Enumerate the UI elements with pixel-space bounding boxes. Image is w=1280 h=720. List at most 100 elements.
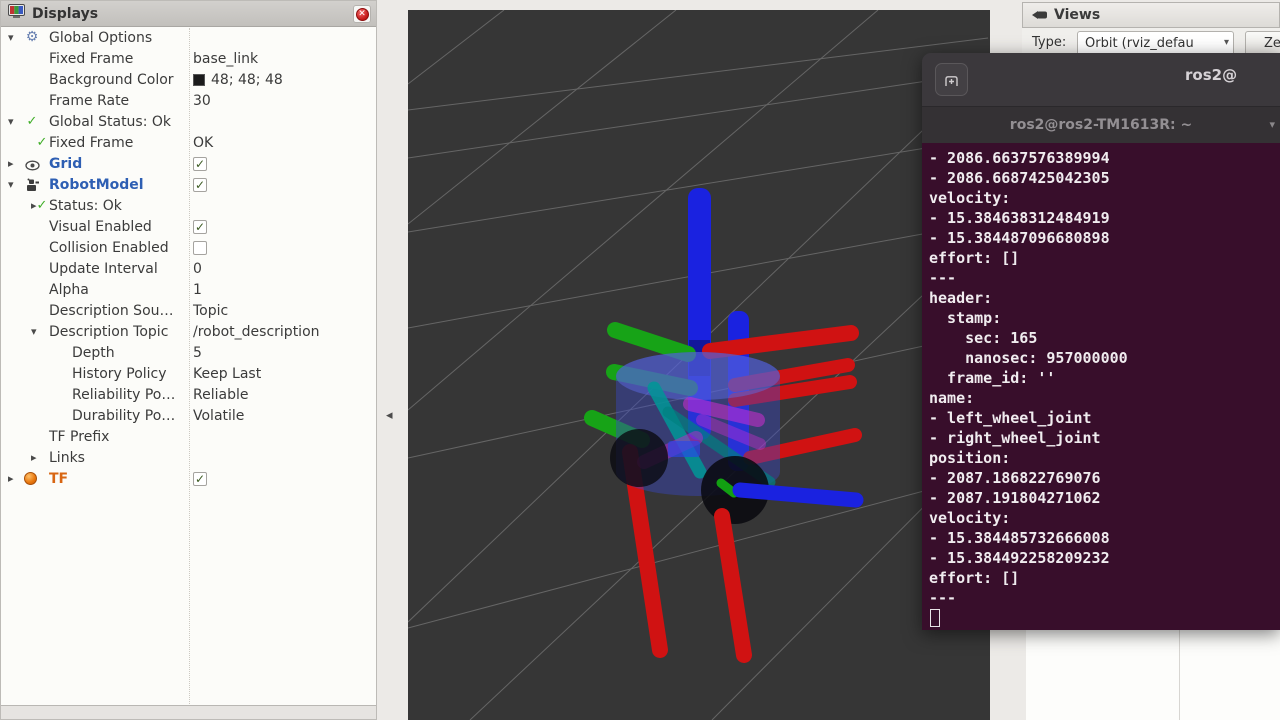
tree-row-grid[interactable]: ▸ Grid ✓ xyxy=(1,154,376,175)
check-icon: ✓ xyxy=(34,135,50,151)
3d-scene xyxy=(408,10,990,720)
displays-tree: ▾ ⚙ Global Options Fixed Frame base_link Back… xyxy=(1,28,376,490)
property-value[interactable]: 48; 48; 48 xyxy=(211,72,283,88)
property-value[interactable]: Volatile xyxy=(193,408,244,424)
property-value[interactable]: 1 xyxy=(193,282,202,298)
views-type-row: Type: Orbit (rviz_defau ▾ Ze xyxy=(1022,28,1280,56)
terminal-output: - 2086.6637576389994 - 2086.668742504230… xyxy=(929,148,1128,608)
close-icon: ✕ xyxy=(356,8,369,21)
property-label: Status: Ok xyxy=(49,198,122,214)
property-value[interactable]: 30 xyxy=(193,93,211,109)
tree-row-fixed-frame[interactable]: ✓Fixed Frame OK xyxy=(1,133,376,154)
property-label: Alpha xyxy=(49,282,89,298)
property-label: Grid xyxy=(49,156,82,172)
tree-row-frame-rate[interactable]: Frame Rate30 xyxy=(1,91,376,112)
property-label: Fixed Frame xyxy=(49,135,133,151)
property-value[interactable]: Keep Last xyxy=(193,366,261,382)
checkbox-grid[interactable]: ✓ xyxy=(193,157,207,171)
displays-close-button[interactable]: ✕ xyxy=(353,5,371,23)
property-label: Links xyxy=(49,450,85,466)
terminal-tabbar: ros2@ros2-TM1613R: ~ ▾ xyxy=(922,107,1280,143)
robot-icon xyxy=(24,177,40,193)
checkbox-tf[interactable]: ✓ xyxy=(193,472,207,486)
property-label: Update Interval xyxy=(49,261,158,277)
property-label: Description Sou… xyxy=(49,303,174,319)
property-label: TF Prefix xyxy=(49,429,109,445)
property-label: Depth xyxy=(72,345,115,361)
tree-row-fixed-frame[interactable]: Fixed Frame base_link xyxy=(1,49,376,70)
expand-arrow-icon[interactable]: ▸ xyxy=(8,472,14,485)
view-type-value: Orbit (rviz_defau xyxy=(1085,36,1194,51)
tree-row-depth[interactable]: Depth 5 xyxy=(1,343,376,364)
property-label: Background Color xyxy=(49,72,174,88)
property-label: TF xyxy=(49,471,68,487)
expand-arrow-icon[interactable]: ▸ xyxy=(31,451,37,464)
property-label: Fixed Frame xyxy=(49,51,133,67)
checkbox-robotmodel[interactable]: ✓ xyxy=(193,178,207,192)
property-value[interactable]: base_link xyxy=(193,51,258,67)
property-value[interactable]: 5 xyxy=(193,345,202,361)
checkbox-visual-enabled[interactable]: ✓ xyxy=(193,220,207,234)
terminal-tab[interactable]: ros2@ros2-TM1613R: ~ xyxy=(922,117,1280,133)
checkbox-collision-enabled[interactable] xyxy=(193,241,207,255)
collapse-arrow-icon[interactable]: ▾ xyxy=(8,115,14,128)
tree-row-reliability-po[interactable]: Reliability Po… Reliable xyxy=(1,385,376,406)
expand-arrow-icon[interactable]: ▸ xyxy=(8,157,14,170)
zero-button-label: Ze xyxy=(1264,36,1280,51)
property-label: Global Status: Ok xyxy=(49,114,171,130)
tree-row-update-interval[interactable]: Update Interval 0 xyxy=(1,259,376,280)
property-value[interactable]: /robot_description xyxy=(193,324,320,340)
property-label: Global Options xyxy=(49,30,152,46)
3d-viewport[interactable] xyxy=(408,10,990,720)
gear-icon: ⚙ xyxy=(24,29,40,45)
eye-icon xyxy=(24,156,40,172)
tree-row-collision-enabled[interactable]: Collision Enabled xyxy=(1,238,376,259)
new-tab-icon xyxy=(943,72,960,88)
displays-monitor-icon xyxy=(8,4,25,23)
property-label: History Policy xyxy=(72,366,167,382)
property-value[interactable]: 0 xyxy=(193,261,202,277)
tree-row-robotmodel[interactable]: ▾RobotModel✓ xyxy=(1,175,376,196)
chevron-down-icon: ▾ xyxy=(1224,37,1229,48)
tree-row-links[interactable]: ▸ Links xyxy=(1,448,376,469)
tree-row-global-options[interactable]: ▾ ⚙ Global Options xyxy=(1,28,376,49)
tree-row-description-sou[interactable]: Description Sou… Topic xyxy=(1,301,376,322)
views-panel-titlebar[interactable]: Views xyxy=(1022,2,1280,28)
new-tab-button[interactable] xyxy=(935,63,968,96)
views-list-area[interactable] xyxy=(1026,630,1280,720)
tree-row-tf-prefix[interactable]: TF Prefix xyxy=(1,427,376,448)
terminal-body[interactable]: - 2086.6637576389994 - 2086.668742504230… xyxy=(922,143,1280,630)
property-label: Durability Po… xyxy=(72,408,175,424)
terminal-headerbar[interactable]: ros2@ xyxy=(922,53,1280,107)
tree-row-status-ok[interactable]: ▸✓Status: Ok xyxy=(1,196,376,217)
rviz-window: Displays ✕ ▾ ⚙ Global Options Fixed Frame ba… xyxy=(0,0,1280,720)
displays-panel-titlebar[interactable]: Displays ✕ xyxy=(1,1,376,27)
tab-list-chevron-icon[interactable]: ▾ xyxy=(1269,118,1275,131)
tree-row-visual-enabled[interactable]: Visual Enabled✓ xyxy=(1,217,376,238)
property-value[interactable]: Topic xyxy=(193,303,228,319)
panel-collapse-arrow-icon[interactable]: ◂ xyxy=(386,408,393,423)
type-label: Type: xyxy=(1032,35,1066,50)
collapse-arrow-icon[interactable]: ▾ xyxy=(31,325,37,338)
tree-row-description-topic[interactable]: ▾Description Topic/robot_description xyxy=(1,322,376,343)
tree-row-alpha[interactable]: Alpha 1 xyxy=(1,280,376,301)
property-label: Collision Enabled xyxy=(49,240,169,256)
property-value[interactable]: OK xyxy=(193,135,213,151)
terminal-window: ros2@ ros2@ros2-TM1613R: ~ ▾ - 2086.6637… xyxy=(922,53,1280,630)
displays-panel: Displays ✕ ▾ ⚙ Global Options Fixed Frame ba… xyxy=(0,0,377,720)
property-value[interactable]: Reliable xyxy=(193,387,248,403)
terminal-cursor xyxy=(930,609,940,627)
tree-row-history-policy[interactable]: History Policy Keep Last xyxy=(1,364,376,385)
displays-bottom-toolbar xyxy=(1,705,376,719)
tree-row-tf[interactable]: ▸ TF ✓ xyxy=(1,469,376,490)
tree-row-durability-po[interactable]: Durability Po… Volatile xyxy=(1,406,376,427)
property-label: Reliability Po… xyxy=(72,387,175,403)
terminal-window-title: ros2@ xyxy=(1185,66,1237,84)
tree-row-global-status-ok[interactable]: ▾ ✓ Global Status: Ok xyxy=(1,112,376,133)
collapse-arrow-icon[interactable]: ▾ xyxy=(8,178,14,191)
views-list-divider xyxy=(1179,630,1180,720)
check-icon: ✓ xyxy=(24,114,40,130)
collapse-arrow-icon[interactable]: ▾ xyxy=(8,31,14,44)
robot-model xyxy=(592,188,856,655)
tree-row-background-color[interactable]: Background Color 48; 48; 48 xyxy=(1,70,376,91)
